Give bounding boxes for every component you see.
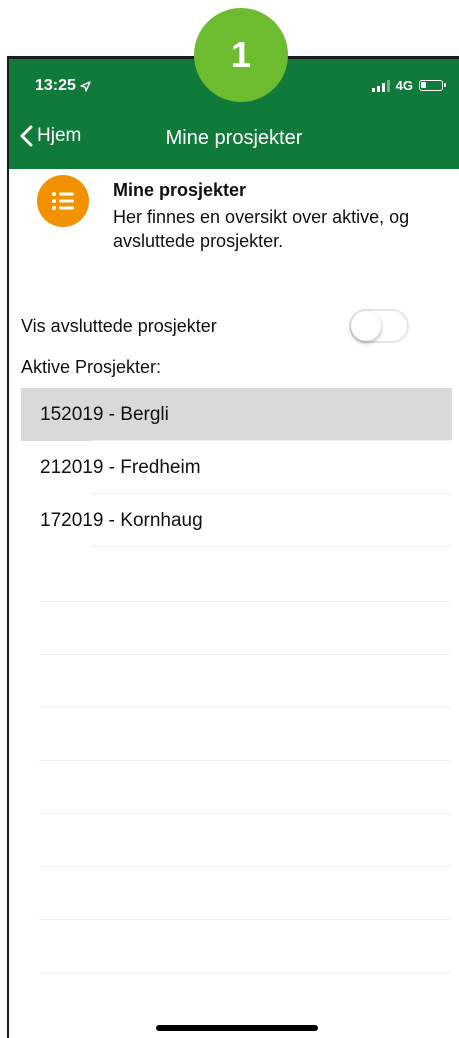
status-time-text: 13:25 [35, 77, 76, 94]
device-frame-left [7, 58, 9, 1038]
project-item-label: 152019 - Bergli [40, 403, 169, 425]
info-description: Her finnes en oversikt over aktive, og a… [113, 207, 410, 251]
info-section: Mine prosjekter Her finnes en oversikt o… [37, 175, 439, 253]
project-item-label: 212019 - Fredheim [40, 456, 201, 478]
project-list: 152019 - Bergli 212019 - Fredheim 172019… [21, 388, 452, 547]
empty-row [39, 813, 452, 866]
empty-row [39, 866, 452, 919]
show-closed-projects-switch[interactable] [349, 309, 409, 343]
active-projects-heading: Aktive Prosjekter: [21, 357, 162, 377]
empty-row [39, 972, 452, 1025]
empty-row [39, 707, 452, 760]
show-closed-projects-row: Vis avsluttede prosjekter [21, 306, 409, 346]
project-item-kornhaug[interactable]: 172019 - Kornhaug [21, 494, 452, 547]
empty-row [39, 760, 452, 813]
status-time: 13:25 [35, 77, 91, 95]
location-arrow-icon [80, 80, 91, 92]
network-type: 4G [395, 78, 413, 93]
home-indicator[interactable] [156, 1025, 318, 1031]
screen: 1 13:25 4G Hjem Mine prosjekter Mine pro… [0, 0, 459, 1038]
project-item-bergli[interactable]: 152019 - Bergli [21, 388, 452, 441]
step-badge: 1 [194, 8, 288, 102]
project-item-label: 172019 - Kornhaug [40, 509, 203, 531]
empty-row [39, 919, 452, 972]
status-indicators: 4G [371, 78, 446, 93]
empty-row [39, 601, 452, 654]
list-icon [37, 175, 89, 227]
battery-icon [419, 80, 446, 91]
info-heading: Mine prosjekter [113, 180, 247, 200]
empty-list-rows [39, 601, 452, 1025]
info-text: Mine prosjekter Her finnes en oversikt o… [113, 175, 439, 253]
project-item-fredheim[interactable]: 212019 - Fredheim [21, 441, 452, 494]
show-closed-projects-label: Vis avsluttede prosjekter [21, 315, 217, 336]
empty-row [39, 654, 452, 707]
switch-knob [351, 311, 381, 341]
page-title: Mine prosjekter [165, 127, 303, 149]
signal-icon [371, 79, 390, 92]
